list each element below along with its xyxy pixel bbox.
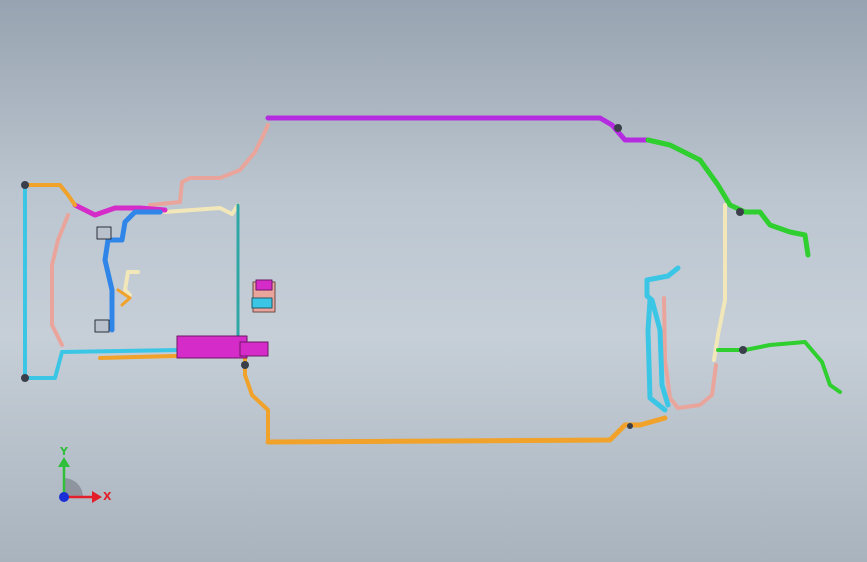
pipe-right-lower-green[interactable] [716,340,842,394]
pipe-bottom-orange[interactable] [265,415,668,445]
fitting-left-top[interactable] [21,181,29,189]
pipe-right-salmon[interactable] [662,296,718,410]
fitting-left-bottom[interactable] [21,374,29,382]
fitting-top-right[interactable] [614,124,622,132]
pipe-upper-right-green[interactable] [645,137,811,258]
triad-x-arrow [92,491,102,503]
fitting-center-bottom[interactable] [241,361,249,369]
cad-viewport[interactable]: Y X [0,0,867,562]
magenta-housing-ext[interactable] [239,341,269,357]
magenta-cap[interactable] [255,279,273,291]
pipe-right-cream[interactable] [712,203,727,362]
triad-x-label: X [103,490,112,503]
cyan-block[interactable] [251,297,273,309]
pipe-left-salmon-rise[interactable] [148,123,270,207]
triad-y-arrow [58,457,70,467]
pipe-top-purple[interactable] [265,115,651,143]
pipe-small-cream-hook[interactable] [123,270,140,297]
valve-lower-left[interactable] [94,319,110,333]
pipe-bottom-orange-drop[interactable] [243,353,270,444]
pipe-left-orange-top[interactable] [23,183,77,207]
fitting-bottom-right[interactable] [627,423,633,429]
triad-y-label: Y [59,445,69,458]
pipe-left-bottom-orange[interactable] [98,354,177,360]
magenta-housing[interactable] [176,335,248,359]
valve-upper-left[interactable] [96,226,112,240]
coordinate-triad: Y X [58,445,112,503]
pipe-left-salmon-vertical[interactable] [50,213,70,347]
pipe-routing-assembly[interactable]: Y X [0,0,867,562]
fitting-right-upper[interactable] [736,208,744,216]
triad-z-origin [59,492,69,502]
pipe-left-cream[interactable] [163,203,240,216]
fitting-right-lower[interactable] [739,346,747,354]
pipe-left-bottom-cyan[interactable] [23,348,182,380]
